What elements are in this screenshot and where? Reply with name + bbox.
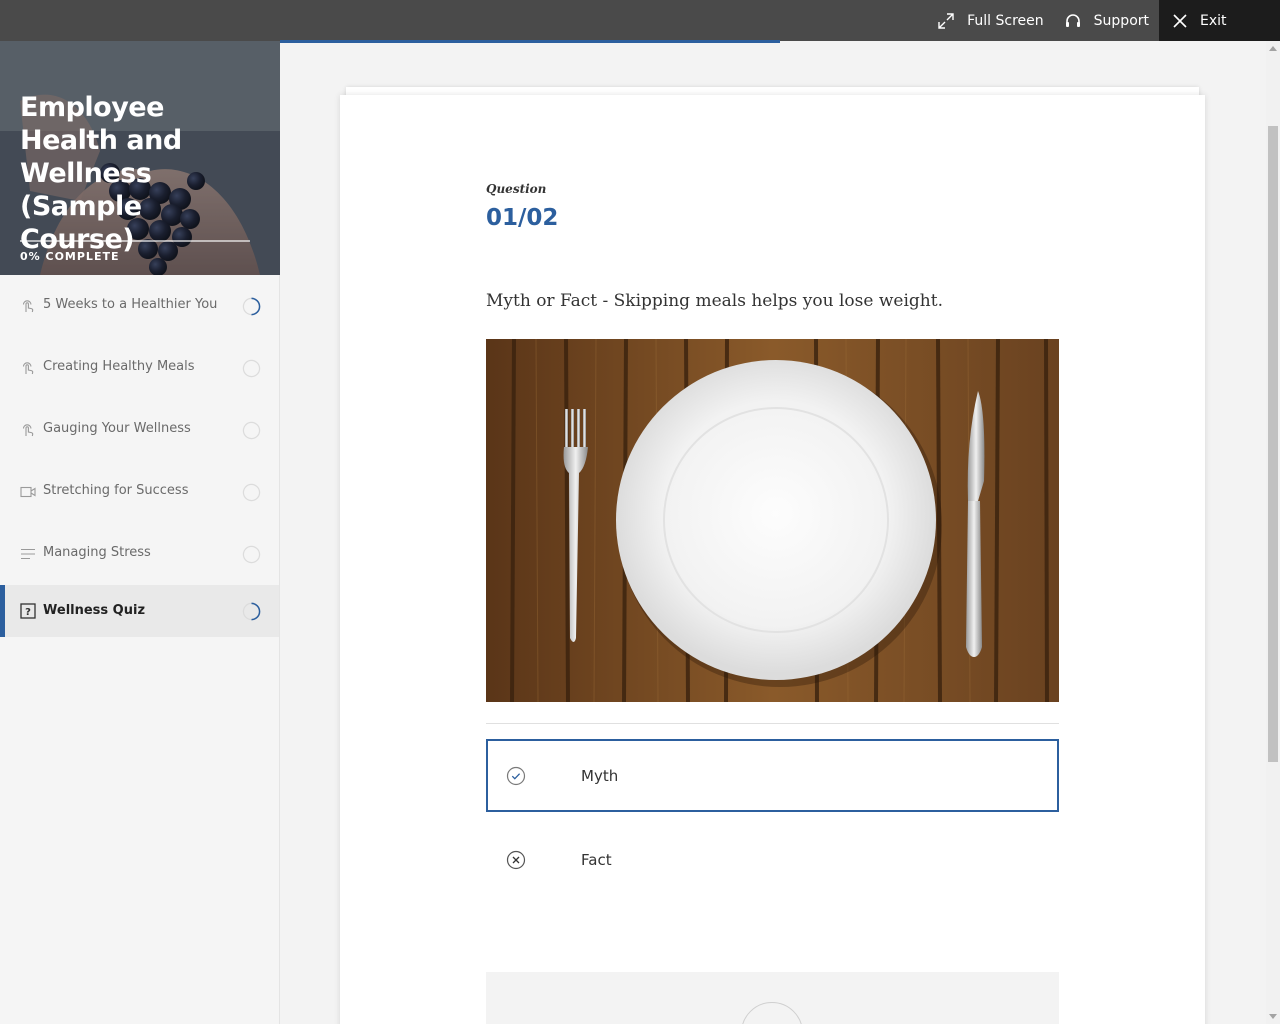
choice-label: Fact: [581, 850, 612, 869]
lesson-list: 5 Weeks to a Healthier You Creating Heal…: [0, 275, 279, 637]
scroll-up-icon[interactable]: [1269, 46, 1277, 51]
svg-text:?: ?: [25, 607, 31, 618]
question-text: Myth or Fact - Skipping meals helps you …: [486, 291, 943, 311]
submit-area: [486, 972, 1059, 1024]
lesson-item-active[interactable]: ? Wellness Quiz: [0, 585, 279, 637]
choice-fact[interactable]: Fact: [486, 823, 1059, 896]
in-progress-icon: [242, 297, 261, 316]
lesson-item[interactable]: Stretching for Success: [0, 461, 279, 523]
x-circle-icon: [506, 850, 526, 869]
fullscreen-button[interactable]: Full Screen: [927, 0, 1054, 41]
lesson-item[interactable]: Managing Stress: [0, 523, 279, 585]
check-circle-icon: [506, 766, 526, 785]
not-started-icon: [242, 421, 261, 440]
course-progress-bar: [280, 40, 780, 43]
sidebar: Employee Health and Wellness (Sample Cou…: [0, 41, 280, 1024]
headset-icon: [1065, 13, 1080, 27]
top-actions: Full Screen Support Exit: [927, 0, 1280, 41]
lesson-item[interactable]: 5 Weeks to a Healthier You: [0, 275, 279, 337]
not-started-icon: [242, 483, 261, 502]
question-image: [486, 339, 1059, 702]
question-icon: ?: [20, 603, 36, 619]
lesson-title: Wellness Quiz: [43, 603, 146, 618]
lesson-title: 5 Weeks to a Healthier You: [43, 297, 218, 312]
not-started-icon: [242, 545, 261, 564]
submit-button[interactable]: [741, 1002, 803, 1024]
lesson-title: Managing Stress: [43, 545, 151, 560]
question-number: 01/02: [486, 205, 559, 231]
fullscreen-label: Full Screen: [967, 12, 1044, 29]
course-hero: Employee Health and Wellness (Sample Cou…: [0, 41, 280, 275]
top-bar: Full Screen Support Exit: [0, 0, 1280, 41]
plate-on-table-image: [486, 339, 1059, 702]
course-title: Employee Health and Wellness (Sample Cou…: [20, 92, 182, 255]
scroll-down-icon[interactable]: [1269, 1014, 1277, 1019]
not-started-icon: [242, 359, 261, 378]
hand-touch-icon: [22, 300, 34, 313]
lesson-title: Gauging Your Wellness: [43, 421, 191, 436]
choice-label: Myth: [581, 766, 619, 785]
exit-button[interactable]: Exit: [1159, 0, 1280, 41]
in-progress-icon: [242, 602, 261, 621]
lesson-title: Stretching for Success: [43, 483, 189, 498]
lesson-item[interactable]: Creating Healthy Meals: [0, 337, 279, 399]
question-label: Question: [486, 182, 547, 196]
support-label: Support: [1093, 12, 1149, 29]
lesson-title: Creating Healthy Meals: [43, 359, 195, 374]
course-progress-track: [20, 240, 250, 242]
support-button[interactable]: Support: [1054, 0, 1159, 41]
hand-touch-icon: [22, 424, 34, 437]
exit-label: Exit: [1200, 12, 1227, 29]
close-icon: [1173, 13, 1187, 28]
page-scrollbar[interactable]: [1266, 41, 1280, 1024]
lesson-item[interactable]: Gauging Your Wellness: [0, 399, 279, 461]
text-lines-icon: [21, 548, 35, 560]
video-icon: [20, 486, 36, 498]
scroll-thumb[interactable]: [1268, 126, 1278, 762]
expand-icon: [938, 12, 954, 29]
choices-divider: [486, 723, 1059, 724]
choice-myth[interactable]: Myth: [486, 739, 1059, 812]
hand-touch-icon: [22, 362, 34, 375]
course-progress-label: 0% COMPLETE: [20, 250, 120, 263]
